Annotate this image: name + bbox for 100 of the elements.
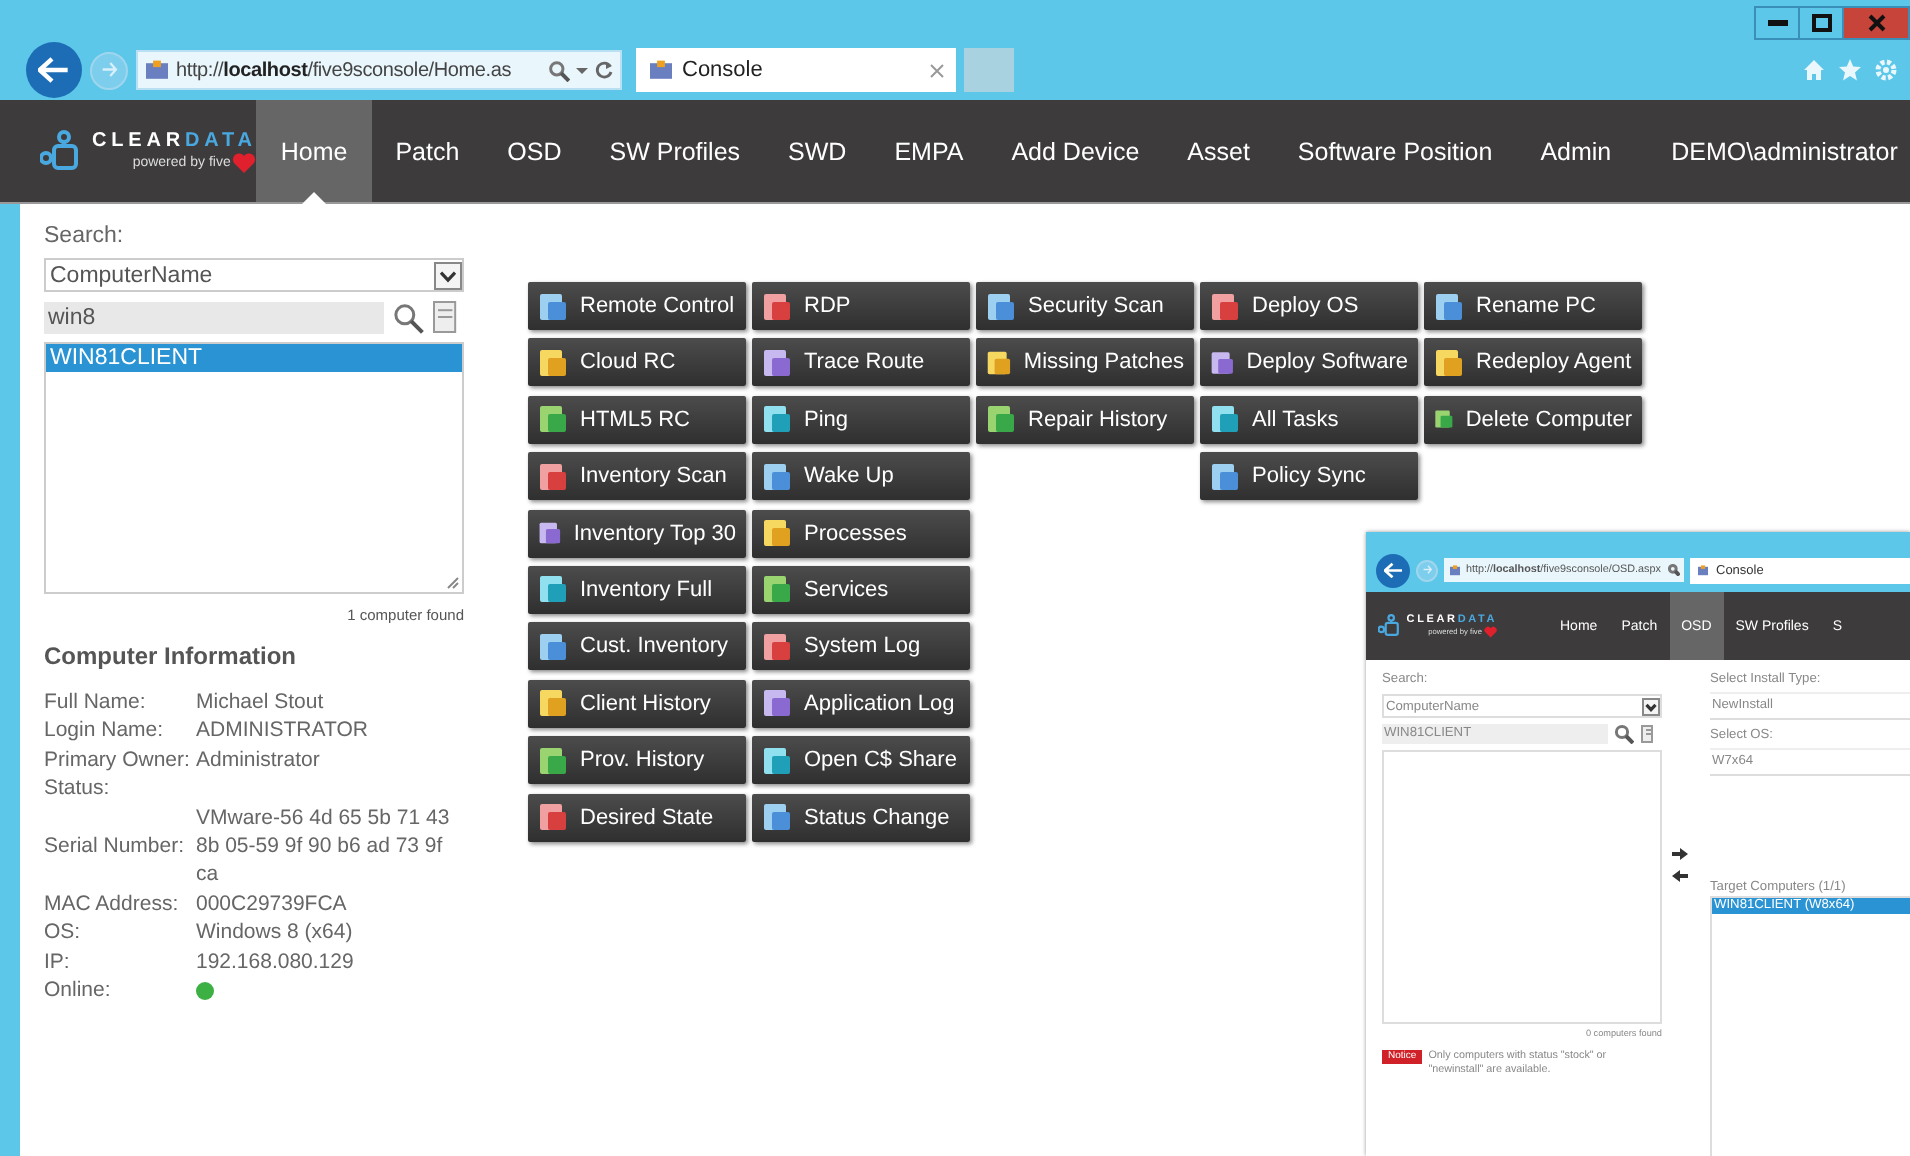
program-icon: [538, 347, 568, 378]
action-button[interactable]: Desired State: [528, 793, 746, 842]
search-label: Search:: [44, 224, 126, 248]
action-button[interactable]: Inventory Top 30: [528, 509, 746, 558]
info-label: IP:: [44, 947, 72, 977]
action-button[interactable]: Services: [752, 565, 970, 614]
browser-tab[interactable]: Console: [636, 48, 956, 92]
nav-tab[interactable]: DEMO\administrator: [1647, 100, 1910, 202]
nav-tab[interactable]: SWD: [764, 100, 871, 202]
dropdown-caret-icon: [434, 261, 462, 289]
settings-icon: [1874, 58, 1898, 82]
action-button[interactable]: Delete Computer: [1424, 395, 1642, 444]
close-icon: [1867, 14, 1885, 32]
dropdown-caret-icon: [576, 67, 588, 79]
program-icon: [762, 518, 792, 549]
action-button[interactable]: Remote Control: [528, 282, 746, 330]
minimize-button[interactable]: [1754, 6, 1800, 40]
info-label: MAC Address:: [44, 889, 181, 919]
program-icon: [538, 802, 568, 833]
program-icon: [762, 802, 792, 833]
action-button[interactable]: Client History: [528, 679, 746, 728]
program-icon: [762, 574, 792, 605]
action-button[interactable]: Processes: [752, 509, 970, 558]
logo-wordmark: CLEAR DATA: [92, 129, 257, 151]
program-icon: [986, 347, 1012, 378]
program-icon: [1434, 347, 1464, 378]
program-icon: [1434, 291, 1464, 321]
maximize-button[interactable]: [1798, 6, 1844, 40]
action-button[interactable]: Cloud RC: [528, 338, 746, 387]
action-button[interactable]: Wake Up: [752, 452, 970, 501]
program-icon: [1210, 404, 1240, 435]
action-button[interactable]: Repair History: [976, 395, 1194, 444]
remove-button[interactable]: [1672, 869, 1688, 881]
action-button[interactable]: Security Scan: [976, 282, 1194, 330]
add-button[interactable]: [1672, 847, 1688, 859]
action-button[interactable]: Deploy OS: [1200, 282, 1418, 330]
arrow-right-icon: [1421, 564, 1433, 576]
nav-tab[interactable]: OSD: [483, 100, 586, 202]
action-button[interactable]: Cust. Inventory: [528, 622, 746, 671]
action-button[interactable]: HTML5 RC: [528, 395, 746, 444]
info-label: Status:: [44, 774, 112, 804]
search-icon: [392, 301, 424, 333]
nav-tab[interactable]: Patch: [371, 100, 484, 202]
action-button[interactable]: Redeploy Agent: [1424, 338, 1642, 387]
program-icon: [986, 404, 1016, 435]
heart-icon: [232, 151, 257, 173]
resize-grip-icon: [446, 576, 460, 590]
nav-tab[interactable]: Home: [256, 100, 372, 202]
nav-tab[interactable]: Software Position: [1273, 100, 1517, 202]
info-value: 192.168.080.129: [196, 947, 356, 977]
program-icon: [538, 461, 568, 492]
action-button[interactable]: Inventory Full: [528, 565, 746, 614]
page-icon: [1448, 563, 1462, 577]
action-button[interactable]: Open C$ Share: [752, 736, 970, 785]
action-button[interactable]: Policy Sync: [1200, 452, 1418, 501]
info-value: ADMINISTRATOR: [196, 716, 370, 746]
program-icon: [986, 291, 1016, 321]
program-icon: [762, 688, 792, 719]
info-label: Serial Number:: [44, 832, 187, 861]
program-icon: [1210, 291, 1240, 321]
arrow-left-icon: [1672, 869, 1688, 881]
action-button[interactable]: RDP: [752, 282, 970, 330]
action-button[interactable]: Inventory Scan: [528, 452, 746, 501]
action-button[interactable]: All Tasks: [1200, 395, 1418, 444]
action-button[interactable]: Prov. History: [528, 736, 746, 785]
search-button[interactable]: [392, 301, 424, 333]
search-field-dropdown[interactable]: ComputerName: [44, 258, 464, 292]
info-label: Login Name:: [44, 716, 166, 746]
arrow-right-icon: [1672, 847, 1688, 859]
action-button[interactable]: Status Change: [752, 793, 970, 842]
action-button[interactable]: System Log: [752, 622, 970, 671]
action-button[interactable]: Missing Patches: [976, 338, 1194, 387]
program-icon: [538, 291, 568, 321]
address-bar[interactable]: http://localhost/five9sconsole/Home.as: [136, 50, 622, 90]
action-button[interactable]: Trace Route: [752, 338, 970, 387]
document-icon: [1640, 724, 1656, 744]
close-button[interactable]: [1842, 6, 1910, 40]
document-icon: [432, 300, 460, 334]
program-icon: [538, 745, 568, 776]
program-icon: [762, 291, 792, 321]
back-button[interactable]: [1376, 553, 1410, 587]
back-button[interactable]: [26, 42, 82, 98]
action-button[interactable]: Ping: [752, 395, 970, 444]
action-button[interactable]: Application Log: [752, 679, 970, 728]
info-value: VMware-56 4d 65 5b 71 43 8b 05-59 9f 90 b6 ad 73 9f ca: [196, 803, 452, 890]
nav-tab[interactable]: EMPA: [870, 100, 988, 202]
action-button[interactable]: Deploy Software: [1200, 338, 1418, 387]
heart-icon: [1483, 625, 1498, 639]
info-label: Online:: [44, 976, 113, 1005]
section-heading: Computer Information: [44, 642, 298, 670]
nav-tab[interactable]: SW Profiles: [585, 100, 765, 202]
search-input[interactable]: win8: [44, 301, 384, 333]
nav-tab[interactable]: Admin: [1516, 100, 1636, 202]
action-button[interactable]: Rename PC: [1424, 282, 1642, 330]
minimize-icon: [1767, 19, 1787, 27]
page-icon: [1696, 563, 1710, 577]
info-label: Full Name:: [44, 688, 148, 717]
nav-tab[interactable]: Add Device: [987, 100, 1164, 202]
page-icon: [144, 57, 170, 83]
nav-tab[interactable]: Asset: [1163, 100, 1274, 202]
